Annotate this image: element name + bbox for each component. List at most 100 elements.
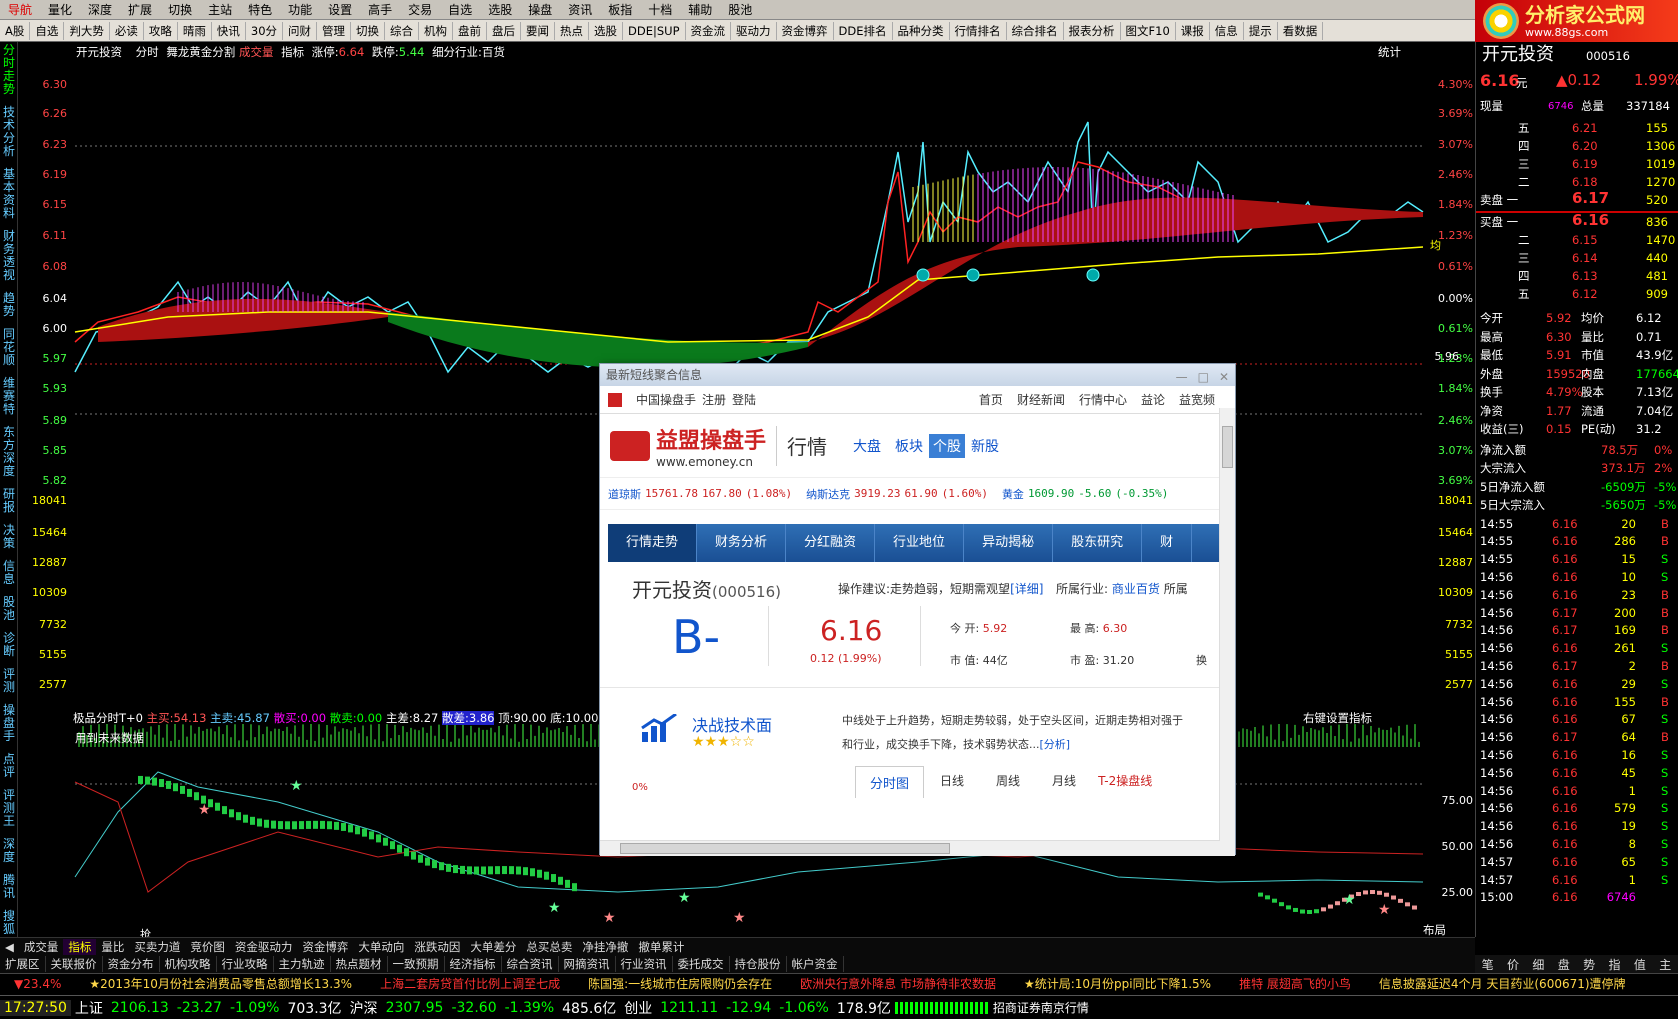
left-tab[interactable]: 趋势 — [2, 292, 16, 318]
toolbar-item[interactable]: 综合 — [385, 21, 420, 40]
menu-item[interactable]: 特色 — [240, 1, 280, 18]
quote-tab[interactable]: 盘 — [1558, 956, 1570, 973]
minimize-icon[interactable]: — — [1176, 366, 1188, 388]
toolbar-item[interactable]: 要闻 — [521, 21, 556, 40]
toolbar-item[interactable]: 管理 — [317, 21, 352, 40]
tech-analyze-link[interactable]: [分析] — [1040, 738, 1071, 751]
link-dapan[interactable]: 大盘 — [853, 436, 881, 456]
bottom-tab[interactable]: 净挂净撤 — [577, 939, 633, 955]
ticker-item[interactable]: 上海二套房贷首付比例上调至七成 — [366, 975, 574, 992]
toolbar-item[interactable]: 行情排名 — [950, 21, 1007, 40]
left-tab[interactable]: 分时走势 — [2, 44, 16, 96]
ticker-item[interactable]: 陈国强:一线城市住房限购仍会存在 — [574, 975, 786, 992]
maximize-icon[interactable]: □ — [1198, 366, 1209, 388]
quote-tab[interactable]: 势 — [1583, 956, 1595, 973]
extension-tab[interactable]: 综合资讯 — [502, 956, 559, 972]
toolbar-item[interactable]: 图文F10 — [1121, 21, 1176, 40]
bottom-tab[interactable]: 总买总卖 — [521, 939, 577, 955]
sh-label[interactable]: 上证 — [71, 998, 107, 1018]
menu-item[interactable]: 功能 — [280, 1, 320, 18]
extension-tab[interactable]: 一致预期 — [388, 956, 445, 972]
ticker-item[interactable]: ★2013年10月份社会消费品零售总额增长13.3% — [75, 975, 366, 992]
quote-tab[interactable]: 指 — [1609, 956, 1621, 973]
extension-tab[interactable]: 热点题材 — [331, 956, 388, 972]
bottom-tab[interactable]: 竞价图 — [185, 939, 230, 955]
nav-finance-news[interactable]: 财经新闻 — [1017, 391, 1065, 408]
popup-vscrollbar[interactable] — [1219, 408, 1235, 856]
ticker-item[interactable]: 欧洲央行意外降息 市场静待非农数据 — [786, 975, 1010, 992]
tab-more[interactable]: 财 — [1142, 524, 1193, 562]
nav-home[interactable]: 首页 — [979, 391, 1003, 408]
left-tab[interactable]: 信息 — [2, 560, 16, 586]
quote-tab[interactable]: 值 — [1634, 956, 1646, 973]
toolbar-item[interactable]: 课报 — [1176, 21, 1210, 40]
toolbar-item[interactable]: 综合排名 — [1007, 21, 1064, 40]
quote-tab[interactable]: 笔 — [1482, 956, 1494, 973]
ticker-item[interactable]: ★统计局:10月份ppi同比下降1.5% — [1010, 975, 1225, 992]
toolbar-item[interactable]: 攻略 — [144, 21, 178, 40]
bottom-tab[interactable]: 成交量 — [19, 939, 64, 955]
left-tab[interactable]: 点评 — [2, 753, 16, 779]
bottom-tab[interactable]: 买卖力道 — [129, 939, 185, 955]
extension-tab[interactable]: 行业资讯 — [616, 956, 673, 972]
nav-market-center[interactable]: 行情中心 — [1079, 391, 1127, 408]
left-tab[interactable]: 研报 — [2, 488, 16, 514]
link-bankuai[interactable]: 板块 — [895, 436, 923, 456]
sz-label[interactable]: 沪深 — [346, 998, 382, 1018]
toolbar-item[interactable]: A股 — [0, 21, 31, 40]
ptab-month[interactable]: 月线 — [1036, 766, 1092, 798]
extension-tab[interactable]: 机构攻略 — [160, 956, 217, 972]
left-tab[interactable]: 搜狐 — [2, 910, 16, 936]
left-tab[interactable]: 基本资料 — [2, 168, 16, 220]
menu-item[interactable]: 设置 — [320, 1, 360, 18]
left-tab[interactable]: 财务透视 — [2, 230, 16, 282]
toolbar-item[interactable]: 资金流 — [686, 21, 732, 40]
extension-tab[interactable]: 扩展区 — [0, 956, 46, 972]
tab-trend[interactable]: 行情走势 — [608, 524, 698, 562]
menu-item[interactable]: 扩展 — [120, 1, 160, 18]
ticker-item[interactable]: 信息披露延迟4个月 天目药业(600671)遭停牌 — [1365, 975, 1640, 992]
toolbar-item[interactable]: 盘后 — [487, 21, 522, 40]
toolbar-item[interactable]: DDE排名 — [834, 21, 893, 40]
toolbar-item[interactable]: DDE|SUP — [623, 21, 686, 40]
bottom-tab-arrow[interactable]: ◀ — [0, 940, 19, 954]
quote-tab[interactable]: 细 — [1532, 956, 1544, 973]
tab-industry[interactable]: 行业地位 — [875, 524, 965, 562]
menu-item[interactable]: 操盘 — [520, 1, 560, 18]
toolbar-item[interactable]: 切换 — [351, 21, 386, 40]
bottom-tab[interactable]: 资金驱动力 — [230, 939, 298, 955]
toolbar-item[interactable]: 盘前 — [453, 21, 488, 40]
cy-label[interactable]: 创业 — [620, 998, 656, 1018]
left-tab[interactable]: 评测 — [2, 668, 16, 694]
left-tab[interactable]: 评测王 — [2, 789, 16, 828]
menu-item[interactable]: 导航 — [0, 1, 40, 18]
toolbar-item[interactable]: 晴雨 — [178, 21, 212, 40]
menu-item[interactable]: 切换 — [160, 1, 200, 18]
menu-item[interactable]: 板指 — [600, 1, 640, 18]
menu-item[interactable]: 自选 — [440, 1, 480, 18]
toolbar-item[interactable]: 品种分类 — [893, 21, 950, 40]
popup-titlebar[interactable]: 最新短线聚合信息 — □ ✕ — [600, 364, 1235, 386]
toolbar-item[interactable]: 看数据 — [1278, 21, 1324, 40]
left-tab[interactable]: 股池 — [2, 596, 16, 622]
tab-anomaly[interactable]: 异动揭秘 — [964, 524, 1054, 562]
extension-tab[interactable]: 行业攻略 — [217, 956, 274, 972]
extension-tab[interactable]: 主力轨迹 — [274, 956, 331, 972]
menu-item[interactable]: 高手 — [360, 1, 400, 18]
link-xingu[interactable]: 新股 — [971, 436, 999, 456]
nav-yilun[interactable]: 益论 — [1141, 391, 1165, 408]
menu-item[interactable]: 深度 — [80, 1, 120, 18]
ptab-week[interactable]: 周线 — [980, 766, 1036, 798]
close-icon[interactable]: ✕ — [1219, 366, 1229, 388]
menu-item[interactable]: 量化 — [40, 1, 80, 18]
left-tab[interactable]: 技术分析 — [2, 106, 16, 158]
bottom-tab[interactable]: 大单差分 — [465, 939, 521, 955]
quote-tab[interactable]: 价 — [1507, 956, 1519, 973]
extension-tab[interactable]: 资金分布 — [103, 956, 160, 972]
toolbar-item[interactable]: 热点 — [555, 21, 590, 40]
toolbar-item[interactable]: 报表分析 — [1064, 21, 1121, 40]
left-tab[interactable]: 操盘手 — [2, 704, 16, 743]
extension-tab[interactable]: 网摘资讯 — [559, 956, 616, 972]
tab-finance[interactable]: 财务分析 — [697, 524, 787, 562]
toolbar-item[interactable]: 30分 — [246, 21, 284, 40]
